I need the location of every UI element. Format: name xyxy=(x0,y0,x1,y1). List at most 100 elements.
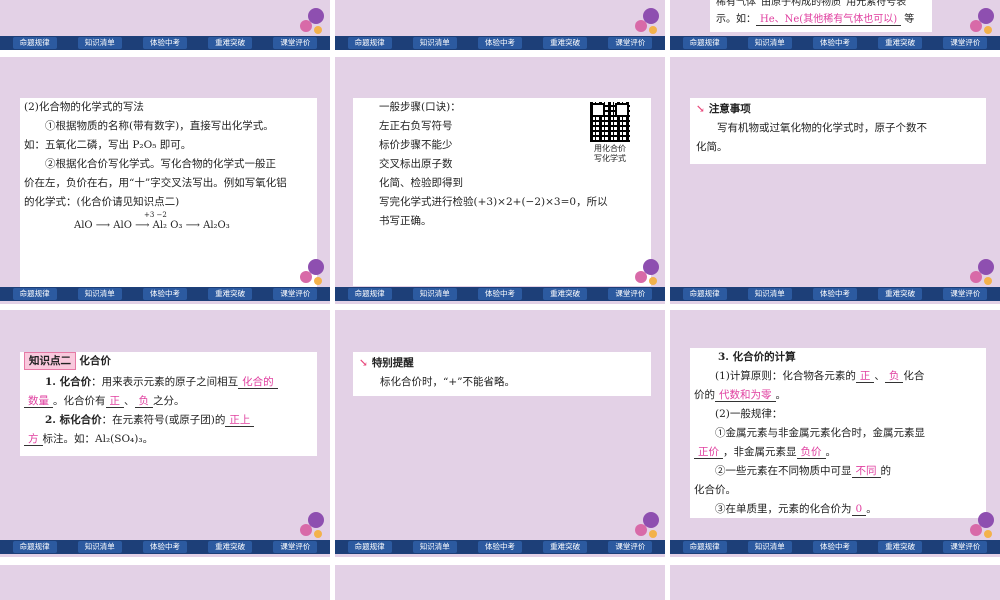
content-card: 一般步骤(口诀)： 左正右负写符号 标价步骤不能少 交叉标出原子数 化简、检验即… xyxy=(353,98,651,286)
nav-button[interactable]: 重难突破 xyxy=(208,541,253,553)
nav-button[interactable]: 重难突破 xyxy=(543,288,588,300)
nav-button[interactable]: 体验中考 xyxy=(142,541,187,553)
nav-button[interactable]: 知识清单 xyxy=(747,288,792,300)
text-line: 数量 。化合价有正、负之分。 xyxy=(24,392,313,411)
formula-equation: AlO ⟶ AlO ⟶ Al₂ O₃ ⟶ Al₂O₃ xyxy=(74,220,230,231)
text-line: (2)化合物的化学式的写法 xyxy=(24,101,144,113)
text-line: 的化学式：(化合价请见知识点二) xyxy=(24,196,180,208)
nav-bar: 命题规律 知识清单 体验中考 重难突破 课堂评价 xyxy=(335,540,665,554)
text-line: ②一些元素在不同物质中可显 不同的 xyxy=(715,465,891,478)
text-line: 化简、检验即得到 xyxy=(379,177,463,189)
text-line: ①根据物质的名称(带有数字)，直接写出化学式。 xyxy=(45,120,274,132)
nav-button[interactable]: 知识清单 xyxy=(77,288,122,300)
text-line: 如：五氧化二磷，写出 P₂O₅ 即可。 xyxy=(24,139,192,151)
text-line: (1)计算原则：化合物各元素的正、负化合 xyxy=(715,370,925,383)
section-heading: 3. 化合价的计算 xyxy=(718,351,796,363)
nav-bar: 命题规律 知识清单 体验中考 重难突破 课堂评价 xyxy=(335,36,665,50)
text-line: 价在左，负价在右，用“十”字交叉法写出。例如写氧化铝 xyxy=(24,177,287,189)
nav-button[interactable]: 知识清单 xyxy=(77,541,122,553)
nav-button[interactable]: 课堂评价 xyxy=(273,541,318,553)
nav-button[interactable]: 命题规律 xyxy=(682,541,727,553)
valence-marks: +3 −2 xyxy=(144,211,167,219)
nav-button[interactable]: 命题规律 xyxy=(682,37,727,49)
text-line: 方标注。如：Al₂(SO₄)₃。 xyxy=(24,430,313,449)
slide-5: 一般步骤(口诀)： 左正右负写符号 标价步骤不能少 交叉标出原子数 化简、检验即… xyxy=(335,57,665,304)
note-heading: ↘ 注意事项 xyxy=(696,103,751,115)
nav-button[interactable]: 体验中考 xyxy=(477,37,522,49)
arrow-icon: ↘ xyxy=(696,103,705,115)
nav-button[interactable]: 课堂评价 xyxy=(943,37,988,49)
nav-button[interactable]: 课堂评价 xyxy=(943,288,988,300)
nav-button[interactable]: 知识清单 xyxy=(747,541,792,553)
note-card: ↘ 注意事项 写有机物或过氧化物的化学式时，原子个数不 化简。 xyxy=(690,98,986,164)
slide-2: 命题规律 知识清单 体验中考 重难突破 课堂评价 xyxy=(335,0,665,50)
nav-button[interactable]: 体验中考 xyxy=(477,541,522,553)
nav-bar: 命题规律 知识清单 体验中考 重难突破 课堂评价 xyxy=(670,36,1000,50)
slide-4: (2)化合物的化学式的写法 ①根据物质的名称(带有数字)，直接写出化学式。 如：… xyxy=(0,57,330,304)
nav-button[interactable]: 重难突破 xyxy=(543,541,588,553)
nav-button[interactable]: 课堂评价 xyxy=(273,37,318,49)
nav-button[interactable]: 知识清单 xyxy=(412,541,457,553)
slide-12 xyxy=(670,565,1000,600)
nav-button[interactable]: 重难突破 xyxy=(208,37,253,49)
text-line: 写完化学式进行检验(+3)×2+(−2)×3=0，所以 xyxy=(379,196,608,208)
nav-button[interactable]: 课堂评价 xyxy=(608,37,653,49)
nav-bar: 命题规律 知识清单 体验中考 重难突破 课堂评价 xyxy=(0,36,330,50)
content-card: (2)化合物的化学式的写法 ①根据物质的名称(带有数字)，直接写出化学式。 如：… xyxy=(20,98,317,288)
nav-button[interactable]: 命题规律 xyxy=(12,288,57,300)
nav-button[interactable]: 体验中考 xyxy=(812,541,857,553)
text-line: 化合价。 xyxy=(694,484,736,496)
nav-bar: 命题规律 知识清单 体验中考 重难突破 课堂评价 xyxy=(670,540,1000,554)
decoration-icon xyxy=(635,8,659,34)
text-line: 写有机物或过氧化物的化学式时，原子个数不 xyxy=(717,122,927,134)
nav-button[interactable]: 体验中考 xyxy=(142,288,187,300)
nav-button[interactable]: 重难突破 xyxy=(543,37,588,49)
nav-button[interactable]: 命题规律 xyxy=(347,37,392,49)
nav-button[interactable]: 知识清单 xyxy=(77,37,122,49)
nav-button[interactable]: 知识清单 xyxy=(747,37,792,49)
nav-button[interactable]: 课堂评价 xyxy=(273,288,318,300)
content-card: 稀有气体”由原子构成的物质”用元素符号表 示。如： He、Ne(其他稀有气体也可以… xyxy=(710,0,932,32)
nav-button[interactable]: 重难突破 xyxy=(878,541,923,553)
text-line: 标化合价时，“+”不能省略。 xyxy=(380,376,516,388)
decoration-icon xyxy=(300,8,324,34)
nav-button[interactable]: 重难突破 xyxy=(878,37,923,49)
nav-bar: 命题规律 知识清单 体验中考 重难突破 课堂评价 xyxy=(335,287,665,301)
decoration-icon xyxy=(970,259,994,285)
text-line: 正价 ，非金属元素显 负价。 xyxy=(694,443,982,462)
nav-button[interactable]: 命题规律 xyxy=(347,288,392,300)
slide-1: 命题规律 知识清单 体验中考 重难突破 课堂评价 xyxy=(0,0,330,50)
nav-bar: 命题规律 知识清单 体验中考 重难突破 课堂评价 xyxy=(670,287,1000,301)
slide-10 xyxy=(0,565,330,600)
note-card: ↘ 特别提醒 标化合价时，“+”不能省略。 xyxy=(353,352,651,396)
qr-code-icon[interactable] xyxy=(590,102,630,142)
slide-7: 知识点二 化合价 1. 化合价：用来表示元素的原子之间相互 化合的 数量 。化合价有… xyxy=(0,310,330,557)
nav-button[interactable]: 体验中考 xyxy=(812,37,857,49)
arrow-icon: ↘ xyxy=(359,357,368,369)
nav-button[interactable]: 命题规律 xyxy=(347,541,392,553)
knowledge-tag: 知识点二 xyxy=(24,352,76,370)
text-line: 书写正确。 xyxy=(379,215,432,227)
nav-button[interactable]: 体验中考 xyxy=(142,37,187,49)
nav-button[interactable]: 知识清单 xyxy=(412,288,457,300)
nav-button[interactable]: 课堂评价 xyxy=(943,541,988,553)
nav-button[interactable]: 重难突破 xyxy=(208,288,253,300)
decoration-icon xyxy=(970,8,994,34)
nav-button[interactable]: 命题规律 xyxy=(682,288,727,300)
nav-button[interactable]: 课堂评价 xyxy=(608,288,653,300)
content-card: 知识点二 化合价 1. 化合价：用来表示元素的原子之间相互 化合的 数量 。化合价有… xyxy=(20,352,317,456)
text-line: (2)一般规律： xyxy=(715,408,783,420)
text-line: 化简。 xyxy=(696,141,728,153)
decoration-icon xyxy=(300,259,324,285)
nav-button[interactable]: 课堂评价 xyxy=(608,541,653,553)
text-line: 左正右负写符号 xyxy=(379,120,453,132)
nav-button[interactable]: 体验中考 xyxy=(477,288,522,300)
nav-button[interactable]: 重难突破 xyxy=(878,288,923,300)
nav-button[interactable]: 命题规律 xyxy=(12,541,57,553)
decoration-icon xyxy=(300,512,324,538)
text-line: ①金属元素与非金属元素化合时，金属元素显 xyxy=(715,427,925,439)
nav-button[interactable]: 命题规律 xyxy=(12,37,57,49)
nav-button[interactable]: 知识清单 xyxy=(412,37,457,49)
content-card: 3. 化合价的计算 (1)计算原则：化合物各元素的正、负化合 价的 代数和为零。 … xyxy=(690,348,986,518)
nav-button[interactable]: 体验中考 xyxy=(812,288,857,300)
